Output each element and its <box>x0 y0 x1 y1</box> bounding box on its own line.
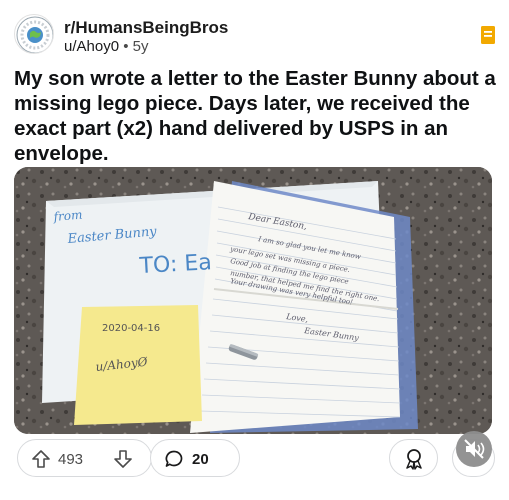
award-button[interactable] <box>389 439 438 477</box>
vote-control: 493 <box>17 439 152 477</box>
post-age: 5y <box>132 38 149 55</box>
post-title[interactable]: My son wrote a letter to the Easter Bunn… <box>14 66 498 166</box>
comment-count: 20 <box>192 451 209 468</box>
arrow-up-icon[interactable] <box>31 449 51 469</box>
bookmark-icon[interactable] <box>481 26 495 44</box>
comments-button[interactable]: 20 <box>150 439 240 477</box>
mute-toggle[interactable] <box>456 431 492 467</box>
envelope-from-text: from <box>52 208 83 225</box>
award-icon <box>406 449 422 470</box>
mute-icon <box>464 439 485 459</box>
author-username[interactable]: u/Ahoy0 <box>64 38 119 55</box>
post-meta: u/Ahoy0 • 5y <box>64 38 149 55</box>
speech-bubble-icon <box>165 450 183 467</box>
post-header: r/HumansBeingBros u/Ahoy0 • 5y <box>14 14 495 58</box>
post-image[interactable]: from Easter Bunny TO: Ea 2020-04-16 u/Ah… <box>14 167 492 434</box>
arrow-down-icon[interactable] <box>113 449 133 469</box>
vote-count: 493 <box>58 451 84 468</box>
note-date-text: 2020-04-16 <box>102 323 160 334</box>
meta-separator: • <box>123 38 129 55</box>
post-action-bar: 493 20 <box>14 439 495 479</box>
subreddit-avatar-icon[interactable] <box>14 14 54 54</box>
letter <box>190 181 400 433</box>
envelope-to-text: TO: Ea <box>138 250 212 279</box>
subreddit-name[interactable]: r/HumansBeingBros <box>64 18 228 38</box>
